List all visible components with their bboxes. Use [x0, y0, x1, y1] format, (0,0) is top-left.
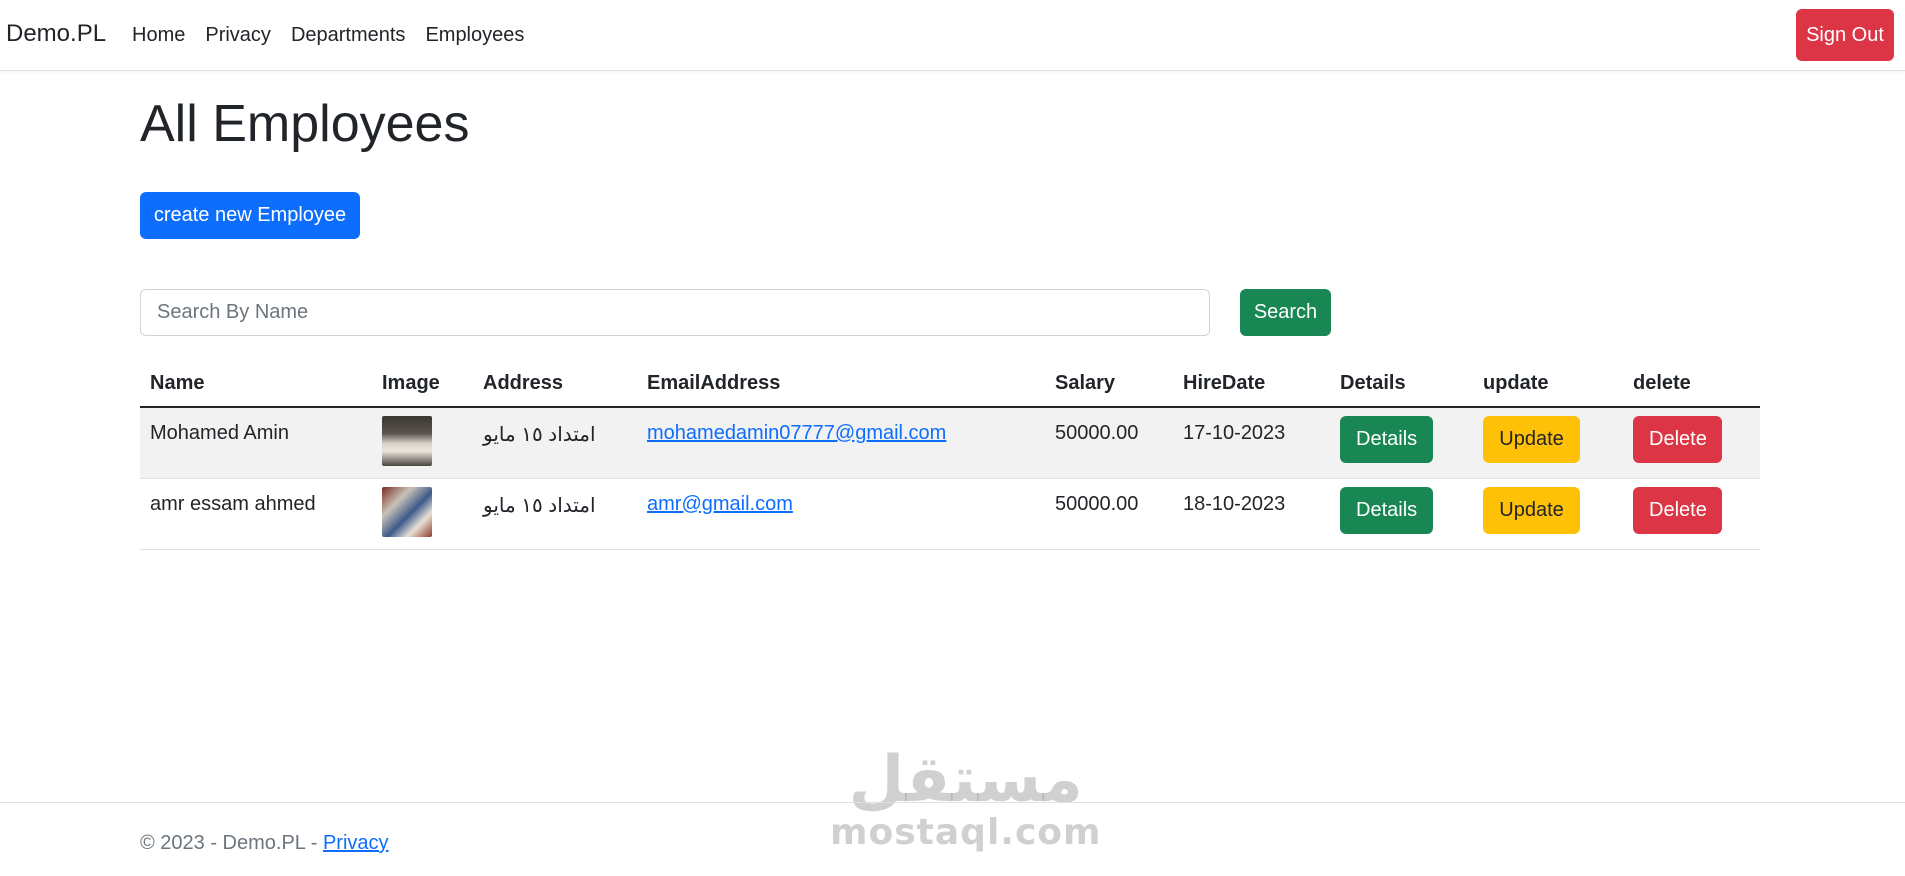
search-button[interactable]: Search: [1240, 289, 1331, 336]
update-cell: Update: [1473, 407, 1623, 479]
employee-address: امتداد ١٥ مايو: [483, 424, 596, 446]
employee-photo: [382, 486, 432, 537]
header-image: Image: [372, 360, 473, 408]
top-navbar: Demo.PL Home Privacy Departments Employe…: [0, 0, 1905, 71]
table-body: Mohamed Amin امتداد ١٥ مايو mohamedamin0…: [140, 407, 1760, 550]
header-email: EmailAddress: [637, 360, 1045, 408]
footer-privacy-link[interactable]: Privacy: [323, 832, 389, 854]
employee-name: Mohamed Amin: [140, 407, 372, 479]
employee-address: امتداد ١٥ مايو: [483, 494, 596, 517]
page-title: All Employees: [140, 95, 470, 153]
delete-button[interactable]: Delete: [1633, 416, 1722, 463]
details-button[interactable]: Details: [1340, 486, 1433, 534]
brand-link[interactable]: Demo.PL: [6, 20, 106, 48]
footer-text: © 2023 - Demo.PL - Privacy: [140, 832, 389, 855]
employee-email-link[interactable]: mohamedamin07777@gmail.com: [647, 422, 946, 444]
employee-email-link[interactable]: amr@gmail.com: [647, 493, 793, 515]
delete-button[interactable]: Delete: [1633, 486, 1722, 534]
header-update: update: [1473, 360, 1623, 408]
header-delete: delete: [1623, 360, 1760, 408]
header-name: Name: [140, 360, 372, 408]
nav-link-home[interactable]: Home: [132, 24, 185, 47]
nav-link-privacy[interactable]: Privacy: [205, 24, 271, 47]
header-details: Details: [1330, 360, 1473, 408]
table-row: Mohamed Amin امتداد ١٥ مايو mohamedamin0…: [140, 407, 1760, 479]
header-hire-date: HireDate: [1173, 360, 1330, 408]
footer-copyright: © 2023 - Demo.PL -: [140, 832, 323, 854]
employee-salary: 50000.00: [1045, 407, 1173, 479]
nav-links: Home Privacy Departments Employees: [132, 24, 544, 47]
update-button[interactable]: Update: [1483, 486, 1580, 534]
sign-out-button[interactable]: Sign Out: [1796, 9, 1894, 61]
page-footer: © 2023 - Demo.PL - Privacy: [0, 802, 1905, 876]
employees-table: Name Image Address EmailAddress Salary H…: [140, 360, 1760, 550]
update-cell: Update: [1473, 478, 1623, 550]
header-salary: Salary: [1045, 360, 1173, 408]
nav-link-departments[interactable]: Departments: [291, 24, 406, 47]
header-row: Name Image Address EmailAddress Salary H…: [140, 360, 1760, 408]
update-button[interactable]: Update: [1483, 416, 1580, 463]
employee-email-cell: mohamedamin07777@gmail.com: [637, 407, 1045, 479]
details-cell: Details: [1330, 478, 1473, 550]
employee-photo: [382, 416, 432, 466]
employee-image-cell: [372, 407, 473, 479]
employee-address-cell: امتداد ١٥ مايو: [473, 478, 637, 550]
table-row: amr essam ahmed امتداد ١٥ مايو amr@gmail…: [140, 478, 1760, 550]
employee-hire-date: 17-10-2023: [1173, 407, 1330, 479]
employee-address-cell: امتداد ١٥ مايو: [473, 407, 637, 479]
nav-link-employees[interactable]: Employees: [425, 24, 524, 47]
table-header: Name Image Address EmailAddress Salary H…: [140, 360, 1760, 408]
employee-image-cell: [372, 478, 473, 550]
employee-hire-date: 18-10-2023: [1173, 478, 1330, 550]
create-employee-button[interactable]: create new Employee: [140, 192, 360, 239]
employee-name: amr essam ahmed: [140, 478, 372, 550]
employee-salary: 50000.00: [1045, 478, 1173, 550]
header-address: Address: [473, 360, 637, 408]
details-button[interactable]: Details: [1340, 416, 1433, 463]
details-cell: Details: [1330, 407, 1473, 479]
delete-cell: Delete: [1623, 407, 1760, 479]
search-input[interactable]: [140, 289, 1210, 336]
employee-email-cell: amr@gmail.com: [637, 478, 1045, 550]
delete-cell: Delete: [1623, 478, 1760, 550]
